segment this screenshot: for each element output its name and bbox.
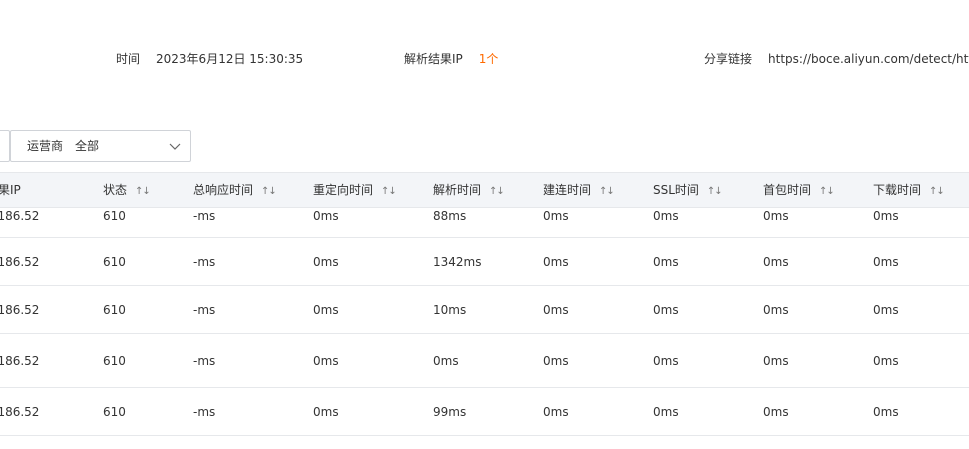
col-dns-time-header[interactable]: 解析时间 ↑↓ <box>433 182 505 200</box>
col-result-ip-cell: 5.186.52 <box>0 255 40 269</box>
col-total-response-time-header[interactable]: 总响应时间 ↑↓ <box>193 182 277 200</box>
col-redirect-time-header[interactable]: 重定向时间 ↑↓ <box>313 182 397 200</box>
resolved-ip-info: 解析结果IP 1个 <box>404 50 498 68</box>
table-header: 结果IP 状态 ↑↓ 总响应时间 ↑↓ 重定向时间 ↑↓ 解析时间 ↑↓ 建连时间 ↑↓ SSL时间 ↑… <box>0 172 969 208</box>
column-header-label: 状态 <box>103 183 128 197</box>
col-ssl-time-cell: 0ms <box>653 303 679 317</box>
col-connect-time-cell: 0ms <box>543 303 569 317</box>
col-download-time-cell: 0ms <box>873 405 899 419</box>
col-connect-time-header[interactable]: 建连时间 ↑↓ <box>543 182 615 200</box>
col-total-response-time-cell: -ms <box>193 303 216 317</box>
col-status-cell: 610 <box>103 405 126 419</box>
table-row: 5.186.52 610 -ms 0ms 88ms 0ms 0ms 0ms 0ms <box>0 208 969 238</box>
col-dns-time-cell: 0ms <box>433 354 459 368</box>
col-connect-time-cell: 0ms <box>543 354 569 368</box>
carrier-selected-value: 全部 <box>75 139 100 153</box>
column-header-label: 建连时间 <box>543 183 592 197</box>
sort-icon[interactable]: ↑↓ <box>381 184 397 200</box>
previous-filter-select[interactable] <box>0 130 10 162</box>
col-first-byte-time-cell: 0ms <box>763 303 789 317</box>
col-download-time-cell: 0ms <box>873 255 899 269</box>
share-link-value[interactable]: https://boce.aliyun.com/detect/http <box>768 52 969 66</box>
col-total-response-time-cell: -ms <box>193 209 216 223</box>
col-result-ip-cell: 5.186.52 <box>0 405 40 419</box>
detect-result-page: 时间 2023年6月12日 15:30:35 解析结果IP 1个 分享链接 https… <box>0 0 969 449</box>
col-download-time-cell: 0ms <box>873 209 899 223</box>
col-redirect-time-cell: 0ms <box>313 303 339 317</box>
column-header-label: 解析时间 <box>433 183 482 197</box>
column-header-label: SSL时间 <box>653 183 699 197</box>
col-download-time-cell: 0ms <box>873 303 899 317</box>
col-result-ip-cell: 5.186.52 <box>0 209 40 223</box>
column-header-label: 重定向时间 <box>313 183 374 197</box>
results-table: 结果IP 状态 ↑↓ 总响应时间 ↑↓ 重定向时间 ↑↓ 解析时间 ↑↓ 建连时间 ↑↓ SSL时间 ↑… <box>0 172 969 436</box>
col-dns-time-cell: 1342ms <box>433 255 482 269</box>
sort-icon[interactable]: ↑↓ <box>819 184 835 200</box>
share-link-info: 分享链接 https://boce.aliyun.com/detect/http <box>704 50 969 68</box>
col-ssl-time-cell: 0ms <box>653 209 679 223</box>
col-first-byte-time-cell: 0ms <box>763 209 789 223</box>
col-connect-time-cell: 0ms <box>543 209 569 223</box>
col-first-byte-time-header[interactable]: 首包时间 ↑↓ <box>763 182 835 200</box>
col-status-cell: 610 <box>103 303 126 317</box>
table-row: 5.186.52 610 -ms 0ms 99ms 0ms 0ms 0ms 0ms <box>0 388 969 436</box>
col-connect-time-cell: 0ms <box>543 255 569 269</box>
sort-icon[interactable]: ↑↓ <box>599 184 615 200</box>
time-value: 2023年6月12日 15:30:35 <box>156 52 304 66</box>
col-status-cell: 610 <box>103 209 126 223</box>
share-link-label: 分享链接 <box>704 52 753 66</box>
sort-icon[interactable]: ↑↓ <box>261 184 277 200</box>
col-first-byte-time-cell: 0ms <box>763 255 789 269</box>
sort-icon[interactable]: ↑↓ <box>929 184 945 200</box>
col-ssl-time-cell: 0ms <box>653 354 679 368</box>
sort-icon[interactable]: ↑↓ <box>707 184 723 200</box>
time-info: 时间 2023年6月12日 15:30:35 <box>116 50 303 68</box>
col-status-cell: 610 <box>103 255 126 269</box>
resolved-ip-label: 解析结果IP <box>404 52 463 66</box>
col-dns-time-cell: 99ms <box>433 405 467 419</box>
column-header-label: 首包时间 <box>763 183 812 197</box>
col-total-response-time-cell: -ms <box>193 405 216 419</box>
table-body: 5.186.52610-ms0ms88ms0ms0ms0ms0ms5.186.5… <box>0 208 969 436</box>
col-connect-time-cell: 0ms <box>543 405 569 419</box>
col-ssl-time-cell: 0ms <box>653 405 679 419</box>
col-redirect-time-cell: 0ms <box>313 255 339 269</box>
col-download-time-cell: 0ms <box>873 354 899 368</box>
resolved-ip-count[interactable]: 1个 <box>479 52 499 66</box>
col-dns-time-cell: 88ms <box>433 209 467 223</box>
column-header-label: 结果IP <box>0 183 21 197</box>
carrier-select[interactable]: 运营商 全部 <box>10 130 191 162</box>
col-download-time-header[interactable]: 下载时间 ↑↓ <box>873 182 945 200</box>
sort-icon[interactable]: ↑↓ <box>489 184 505 200</box>
col-total-response-time-cell: -ms <box>193 354 216 368</box>
table-row: 5.186.52 610 -ms 0ms 0ms 0ms 0ms 0ms 0ms <box>0 334 969 388</box>
col-first-byte-time-cell: 0ms <box>763 354 789 368</box>
col-result-ip-cell: 5.186.52 <box>0 354 40 368</box>
col-ssl-time-cell: 0ms <box>653 255 679 269</box>
col-redirect-time-cell: 0ms <box>313 209 339 223</box>
table-row: 5.186.52 610 -ms 0ms 1342ms 0ms 0ms 0ms 0ms <box>0 238 969 286</box>
col-redirect-time-cell: 0ms <box>313 405 339 419</box>
col-redirect-time-cell: 0ms <box>313 354 339 368</box>
summary-bar: 时间 2023年6月12日 15:30:35 解析结果IP 1个 分享链接 https… <box>0 50 969 68</box>
sort-icon[interactable]: ↑↓ <box>135 184 151 200</box>
carrier-label: 运营商 <box>27 139 64 153</box>
col-result-ip-cell: 5.186.52 <box>0 303 40 317</box>
column-header-label: 下载时间 <box>873 183 922 197</box>
chevron-down-icon <box>169 143 181 150</box>
time-label: 时间 <box>116 52 141 66</box>
col-status-cell: 610 <box>103 354 126 368</box>
col-ssl-time-header[interactable]: SSL时间 ↑↓ <box>653 182 723 200</box>
col-result-ip-header: 结果IP <box>0 182 21 198</box>
table-row: 5.186.52 610 -ms 0ms 10ms 0ms 0ms 0ms 0ms <box>0 286 969 334</box>
col-first-byte-time-cell: 0ms <box>763 405 789 419</box>
col-status-header[interactable]: 状态 ↑↓ <box>103 182 151 200</box>
column-header-label: 总响应时间 <box>193 183 254 197</box>
col-total-response-time-cell: -ms <box>193 255 216 269</box>
col-dns-time-cell: 10ms <box>433 303 467 317</box>
